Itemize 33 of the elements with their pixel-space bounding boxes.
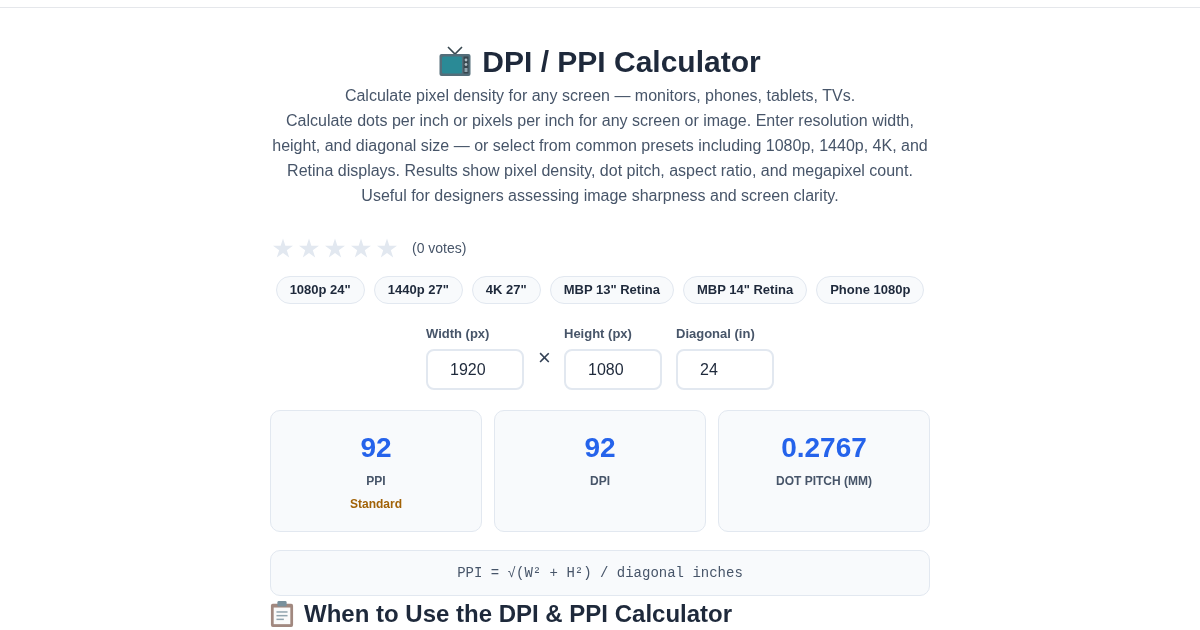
star-icon[interactable] [299, 238, 319, 258]
tv-icon [439, 46, 472, 78]
times-sign: × [538, 348, 550, 372]
star-icon[interactable] [325, 238, 345, 258]
density-rating: Standard [350, 496, 402, 512]
star-icon[interactable] [377, 238, 397, 258]
tagline: Calculate pixel density for any screen — monitors, phones, tablets, TVs. [343, 86, 857, 106]
vote-count: (0 votes) [412, 240, 467, 256]
preset-button[interactable]: MBP 13" Retina [549, 276, 674, 304]
page-title: DPI / PPI Calculator [482, 44, 761, 80]
result-label: DPI [590, 473, 610, 489]
result-label: DOT PITCH (MM) [776, 473, 872, 489]
formula-panel: PPI = √(W² + H²) / diagonal inches [270, 550, 930, 596]
preset-button[interactable]: 4K 27" [471, 276, 541, 304]
section-heading: When to Use the DPI & PPI Calculator [304, 600, 733, 628]
height-input[interactable]: 1080 [564, 349, 662, 390]
description: Calculate dots per inch or pixels per inch for any screen or image. Enter resolution width, height, and diagonal size — or select from common presets including 1080p, 1440p, 4K, and Retina displays. Results show pixel density, dot pitch, aspect ratio, and megapixel count. Useful for designers assessing image sharpness and screen clarity. [271, 111, 929, 206]
field-label: Width (px) [426, 326, 491, 342]
result-value: 0.2767 [781, 431, 867, 465]
field-label: Diagonal (in) [676, 326, 756, 342]
star-icon[interactable] [273, 238, 293, 258]
field-label: Height (px) [564, 326, 633, 342]
preset-button[interactable]: 1080p 24" [275, 276, 365, 304]
preset-button[interactable]: 1440p 27" [373, 276, 463, 304]
result-value: 92 [584, 431, 616, 465]
diagonal-input[interactable]: 24 [676, 349, 774, 390]
preset-button[interactable]: MBP 14" Retina [682, 276, 808, 304]
preset-button[interactable]: Phone 1080p [816, 276, 925, 304]
star-icon[interactable] [351, 238, 371, 258]
width-input[interactable]: 1920 [426, 349, 524, 390]
result-label: PPI [366, 473, 386, 489]
clipboard-icon [270, 601, 294, 627]
result-value: 92 [360, 431, 392, 465]
